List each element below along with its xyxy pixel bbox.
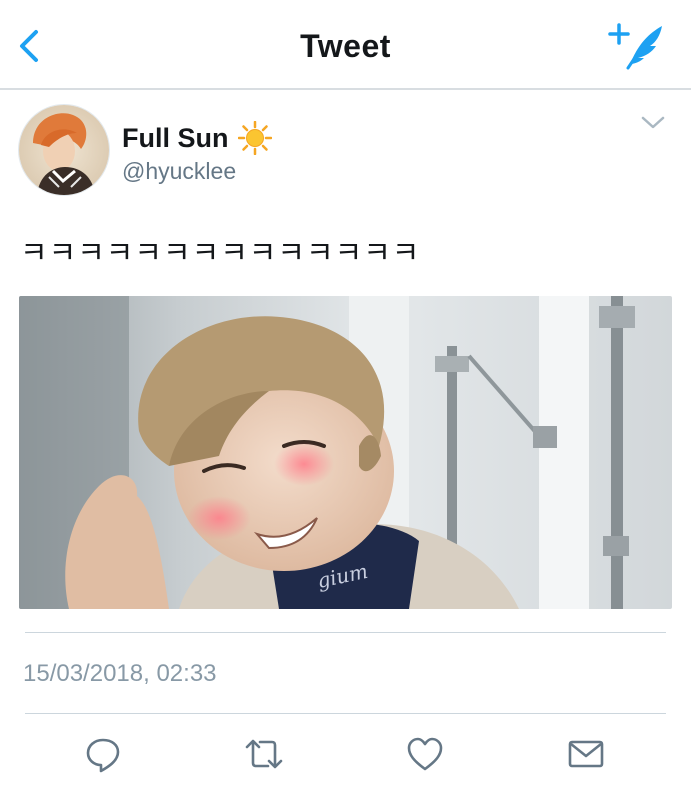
like-button[interactable] <box>405 734 445 774</box>
reply-icon <box>86 738 120 773</box>
heart-icon <box>407 737 443 771</box>
sun-emoji <box>238 121 273 155</box>
retweet-button[interactable] <box>244 734 284 774</box>
user-handle[interactable]: @hyucklee <box>122 158 236 185</box>
divider <box>25 713 666 714</box>
mail-icon <box>568 740 604 768</box>
retweet-icon <box>245 739 283 769</box>
reply-button[interactable] <box>83 734 123 774</box>
display-name[interactable]: Full Sun <box>122 123 228 154</box>
compose-tweet-icon <box>608 23 662 70</box>
compose-tweet-button[interactable] <box>606 20 668 72</box>
share-button[interactable] <box>566 734 606 774</box>
tweet-text: ㅋㅋㅋㅋㅋㅋㅋㅋㅋㅋㅋㅋㅋㅋ <box>20 236 421 271</box>
tweet-timestamp: 15/03/2018, 02:33 <box>23 660 217 687</box>
avatar[interactable] <box>18 104 110 196</box>
tweet-media-photo[interactable]: gium <box>19 296 672 609</box>
chevron-down-icon <box>641 116 665 129</box>
divider <box>25 632 666 633</box>
author-name-row: Full Sun <box>122 118 273 158</box>
top-bar: Tweet <box>0 0 691 90</box>
tweet-menu-button[interactable] <box>640 110 666 136</box>
page-title: Tweet <box>300 28 391 64</box>
